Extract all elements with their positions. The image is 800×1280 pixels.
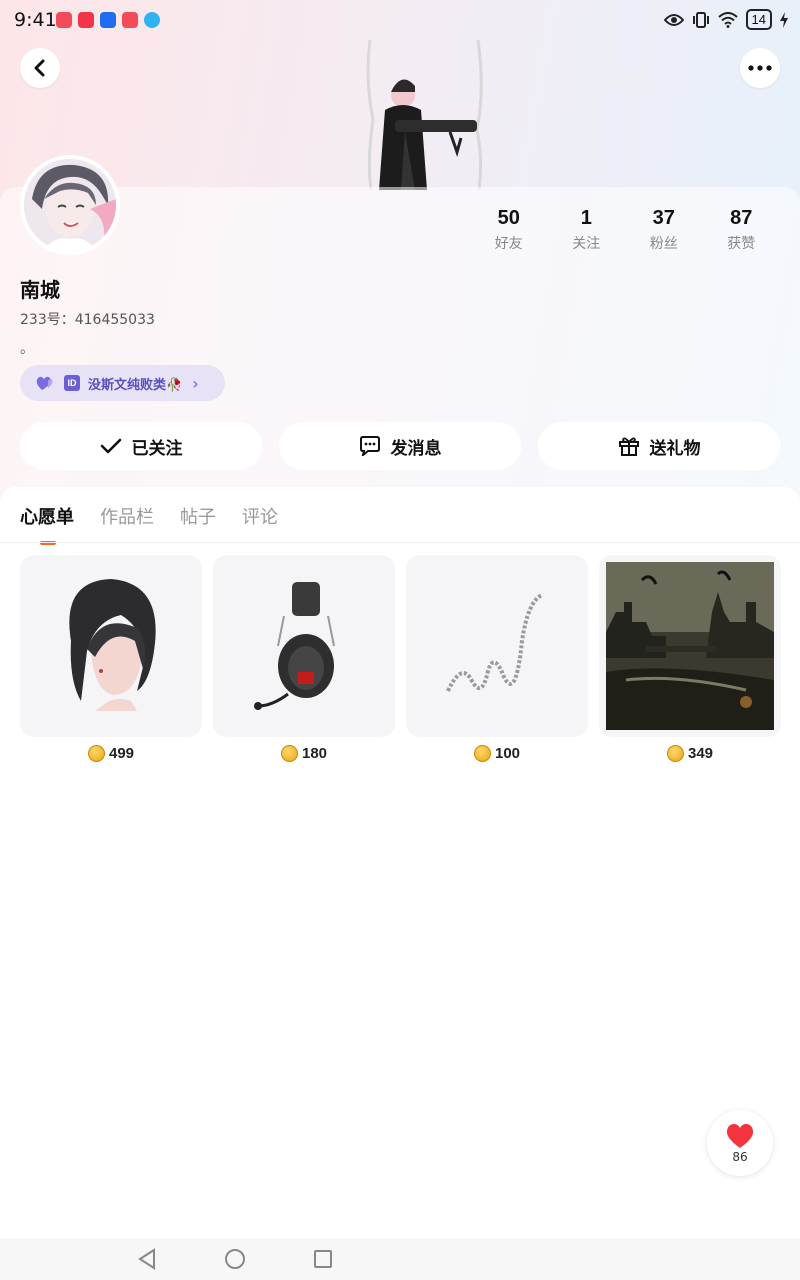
- more-dots-icon: [748, 65, 772, 71]
- stat-value: 50: [497, 207, 520, 229]
- item-image-card: [20, 555, 202, 737]
- nav-home-icon[interactable]: [224, 1248, 246, 1270]
- stat-label: 粉丝: [649, 236, 678, 252]
- tab-label: 作品栏: [100, 507, 154, 528]
- stat-value: 37: [652, 207, 675, 229]
- tab-posts[interactable]: 帖子: [180, 503, 216, 529]
- status-time: 9:41: [14, 9, 57, 31]
- coin-icon: [280, 745, 298, 762]
- charging-icon: [780, 11, 788, 28]
- avatar[interactable]: [20, 155, 120, 255]
- wishlist-item[interactable]: 100: [406, 555, 588, 762]
- battery-icon: 14: [745, 9, 772, 30]
- notification-icons: [56, 12, 160, 28]
- tab-label: 心愿单: [20, 507, 74, 528]
- wifi-icon: [717, 11, 738, 28]
- message-button[interactable]: 发消息: [279, 422, 521, 470]
- stat-value: 1: [580, 207, 592, 229]
- stat-fans[interactable]: 37 粉丝: [625, 205, 703, 253]
- wishlist-item[interactable]: 180: [213, 555, 395, 762]
- follow-button[interactable]: 已关注: [20, 422, 262, 470]
- stat-label: 获赞: [727, 236, 756, 252]
- item-price: 349: [687, 745, 714, 762]
- item-image-card: [213, 555, 395, 737]
- gift-button[interactable]: 送礼物: [538, 422, 780, 470]
- profile-stats: 50 好友 1 关注 37 粉丝 87 获赞: [470, 205, 780, 253]
- user-id: 233号：416455033: [20, 312, 155, 328]
- more-button[interactable]: [740, 48, 780, 88]
- avatar-image: [24, 159, 116, 251]
- avatar-character-figure: [366, 40, 483, 190]
- message-label: 发消息: [390, 438, 442, 459]
- app-notification-icon: [56, 12, 72, 28]
- tab-label: 帖子: [180, 507, 216, 528]
- tab-bar: 心愿单 作品栏 帖子 评论: [20, 503, 278, 545]
- follow-label: 已关注: [131, 438, 183, 459]
- divider: [0, 542, 800, 543]
- tab-comments[interactable]: 评论: [242, 503, 278, 529]
- stat-value: 87: [730, 207, 753, 229]
- wishlist-item[interactable]: 349: [599, 555, 781, 762]
- hearts-icon: [36, 376, 53, 390]
- price-row: 499: [20, 745, 202, 762]
- app-notification-icon: [100, 12, 116, 28]
- tag-label: 没斯文纯败类🥀: [88, 377, 183, 393]
- id-badge-icon: ID: [64, 375, 80, 391]
- tab-wishlist[interactable]: 心愿单: [20, 503, 74, 545]
- bio: 。: [20, 341, 34, 357]
- like-button[interactable]: 86: [707, 1110, 773, 1176]
- content-panel: 心愿单 作品栏 帖子 评论 499 180 100 349: [0, 487, 800, 1280]
- item-image-card: [599, 555, 781, 737]
- gift-label: 送礼物: [649, 438, 701, 459]
- app-notification-icon: [122, 12, 138, 28]
- identity-tag[interactable]: ID 没斯文纯败类🥀 ›: [20, 365, 225, 401]
- coin-icon: [666, 745, 684, 762]
- nav-back-icon[interactable]: [136, 1248, 158, 1270]
- app-notification-icon: [78, 12, 94, 28]
- status-indicators: 14: [663, 9, 788, 30]
- chain-item-image: [446, 593, 544, 692]
- chevron-left-icon: [34, 59, 45, 77]
- tab-works[interactable]: 作品栏: [100, 503, 154, 529]
- wishlist-item[interactable]: 499: [20, 555, 202, 762]
- chat-bubble-icon: [359, 436, 380, 456]
- eye-icon: [663, 13, 684, 26]
- castle-background-image: [606, 562, 774, 730]
- username: 南城: [20, 278, 60, 302]
- checkmark-icon: [100, 438, 121, 454]
- item-price: 499: [108, 745, 135, 762]
- heart-icon: [726, 1123, 754, 1148]
- vibrate-icon: [692, 11, 709, 28]
- chevron-right-icon: ›: [192, 373, 199, 393]
- headphones-item-image: [254, 582, 335, 710]
- gift-icon: [618, 437, 639, 456]
- item-price: 100: [494, 745, 521, 762]
- app-notification-icon: [144, 12, 160, 28]
- stat-label: 好友: [494, 236, 523, 252]
- like-count: 86: [732, 1149, 748, 1164]
- wishlist-grid: 499 180 100 349: [20, 555, 781, 762]
- price-row: 100: [406, 745, 588, 762]
- stat-label: 关注: [572, 236, 601, 252]
- item-image-card: [406, 555, 588, 737]
- status-bar: 9:41 14: [0, 0, 800, 40]
- price-row: 180: [213, 745, 395, 762]
- price-row: 349: [599, 745, 781, 762]
- stat-friends[interactable]: 50 好友: [470, 205, 548, 253]
- nav-recents-icon[interactable]: [312, 1248, 334, 1270]
- action-buttons: 已关注 发消息 送礼物: [20, 422, 780, 470]
- stat-following[interactable]: 1 关注: [548, 205, 626, 253]
- stat-likes[interactable]: 87 获赞: [703, 205, 781, 253]
- system-navigation-bar: [0, 1238, 800, 1280]
- coin-icon: [87, 745, 105, 762]
- tab-label: 评论: [242, 507, 278, 528]
- item-price: 180: [301, 745, 328, 762]
- back-button[interactable]: [20, 48, 60, 88]
- hair-item-image: [69, 579, 156, 711]
- coin-icon: [473, 745, 491, 762]
